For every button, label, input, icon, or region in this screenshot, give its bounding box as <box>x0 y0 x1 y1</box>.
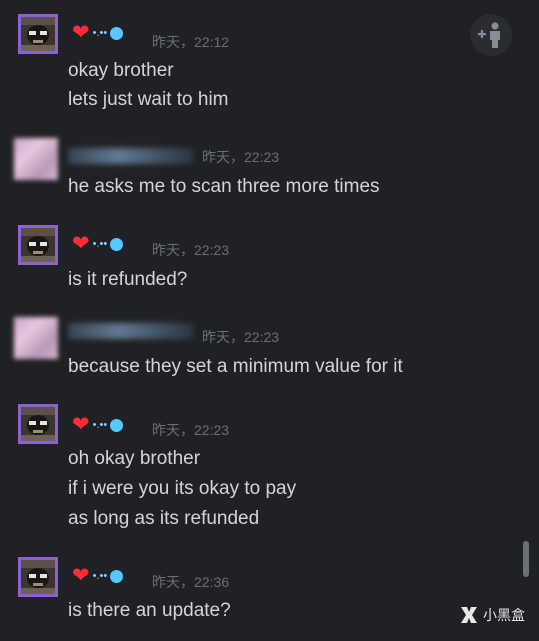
message-text: as long as its refunded <box>68 508 260 529</box>
scrollbar-thumb[interactable] <box>523 541 529 577</box>
avatar-image <box>21 560 55 594</box>
my-avatar[interactable] <box>18 225 58 265</box>
friend-avatar[interactable] <box>14 138 58 180</box>
sender-name[interactable]: ❤ •.•• <box>72 232 124 255</box>
message-timestamp: 昨天，22:23 <box>202 149 280 165</box>
avatar-image <box>21 407 55 441</box>
dots-icon: •.•• <box>92 419 108 431</box>
message-text: lets just wait to him <box>68 89 229 110</box>
dots-icon: •.•• <box>92 27 108 39</box>
message-text: he asks me to scan three more times <box>68 176 380 197</box>
sender-name[interactable]: ❤ •.•• <box>72 564 124 587</box>
avatar-image <box>21 17 55 51</box>
message-timestamp: 昨天，22:12 <box>152 34 230 50</box>
heart-icon: ❤ <box>72 21 90 44</box>
add-friend-icon <box>478 22 500 48</box>
message-text: oh okay brother <box>68 448 201 469</box>
my-avatar[interactable] <box>18 404 58 444</box>
status-dot-icon <box>110 237 124 251</box>
message-timestamp: 昨天，22:23 <box>152 422 230 438</box>
message-text: is it refunded? <box>68 269 188 290</box>
heart-icon: ❤ <box>72 564 90 587</box>
heart-icon: ❤ <box>72 413 90 436</box>
message-text: if i were you its okay to pay <box>68 478 297 499</box>
watermark-text: 小黑盒 <box>483 607 525 623</box>
watermark: 小黑盒 <box>458 604 525 626</box>
my-avatar[interactable] <box>18 557 58 597</box>
message-text: is there an update? <box>68 600 231 621</box>
my-avatar[interactable] <box>18 14 58 54</box>
dots-icon: •.•• <box>92 238 108 250</box>
chat-log: ❤ •.•• 昨天，22:12 okay brother lets just w… <box>0 0 539 641</box>
status-dot-icon <box>110 569 124 583</box>
add-friend-button[interactable] <box>470 14 512 56</box>
dots-icon: •.•• <box>92 570 108 582</box>
sender-name-blurred <box>68 323 193 339</box>
message-text: because they set a minimum value for it <box>68 356 403 377</box>
sender-name[interactable]: ❤ •.•• <box>72 21 124 44</box>
heart-icon: ❤ <box>72 232 90 255</box>
message-timestamp: 昨天，22:23 <box>202 329 280 345</box>
xiaoheihe-logo-icon <box>461 607 477 623</box>
status-dot-icon <box>110 418 124 432</box>
avatar-image <box>21 228 55 262</box>
status-dot-icon <box>110 26 124 40</box>
sender-name-blurred <box>68 148 193 164</box>
message-timestamp: 昨天，22:23 <box>152 242 230 258</box>
sender-name[interactable]: ❤ •.•• <box>72 413 124 436</box>
message-timestamp: 昨天，22:36 <box>152 574 230 590</box>
message-text: okay brother <box>68 60 174 81</box>
friend-avatar[interactable] <box>14 317 58 359</box>
